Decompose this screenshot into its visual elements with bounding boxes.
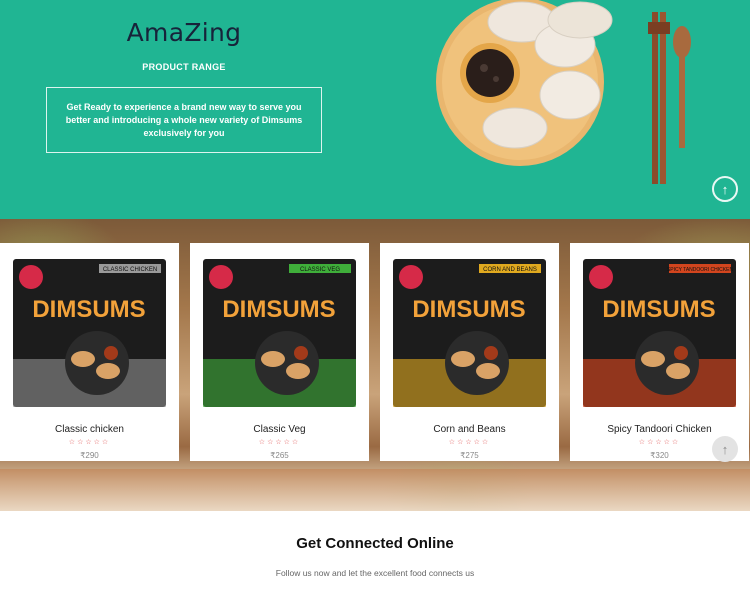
scroll-to-top-button[interactable]: ↑ <box>712 436 738 462</box>
hero-section: AmaZing PRODUCT RANGE Get Ready to exper… <box>0 0 750 219</box>
products-section: CLASSIC CHICKEN DIMSUMS Classic chicken … <box>0 219 750 511</box>
product-name[interactable]: Spicy Tandoori Chicken <box>570 424 749 435</box>
dimsum-plate-image <box>436 0 691 184</box>
rating-stars: ☆☆☆☆☆ <box>68 439 111 446</box>
brand-logo-text: AmaZing <box>126 18 242 47</box>
product-range-heading: PRODUCT RANGE <box>142 62 226 72</box>
connect-subtitle: Follow us now and let the excellent food… <box>275 568 475 578</box>
pack-title: DIMSUMS <box>602 296 715 323</box>
pack-label: SPICY TANDOORI CHICKEN <box>667 267 734 273</box>
pack-label: CLASSIC VEG <box>300 267 340 273</box>
product-pack-image: SPICY TANDOORI CHICKEN DIMSUMS <box>583 259 736 407</box>
product-card[interactable]: CLASSIC CHICKEN DIMSUMS Classic chicken … <box>0 243 179 461</box>
product-pack-image: CLASSIC CHICKEN DIMSUMS <box>13 259 166 407</box>
pack-title: DIMSUMS <box>412 296 525 323</box>
product-price: ₹265 <box>270 451 289 460</box>
pack-title: DIMSUMS <box>32 296 145 323</box>
product-price: ₹290 <box>80 451 99 460</box>
arrow-up-icon: ↑ <box>721 441 729 457</box>
product-pack-image: CORN AND BEANS DIMSUMS <box>393 259 546 407</box>
rating-stars: ☆☆☆☆☆ <box>448 439 491 446</box>
background-table-texture <box>0 469 750 511</box>
product-price: ₹275 <box>460 451 479 460</box>
product-name[interactable]: Classic Veg <box>190 424 369 435</box>
arrow-up-icon: ↑ <box>721 181 729 197</box>
intro-text: Get Ready to experience a brand new way … <box>65 101 303 138</box>
product-name[interactable]: Classic chicken <box>0 424 179 435</box>
intro-box: Get Ready to experience a brand new way … <box>46 87 322 153</box>
product-card[interactable]: CLASSIC VEG DIMSUMS Classic Veg ☆☆☆☆☆ ₹2… <box>190 243 369 461</box>
product-card[interactable]: CORN AND BEANS DIMSUMS Corn and Beans ☆☆… <box>380 243 559 461</box>
pack-title: DIMSUMS <box>222 296 335 323</box>
pack-label: CLASSIC CHICKEN <box>103 267 157 273</box>
rating-stars: ☆☆☆☆☆ <box>258 439 301 446</box>
scroll-to-top-button[interactable]: ↑ <box>712 176 738 202</box>
product-name[interactable]: Corn and Beans <box>380 424 559 435</box>
product-card[interactable]: SPICY TANDOORI CHICKEN DIMSUMS Spicy Tan… <box>570 243 749 461</box>
product-pack-image: CLASSIC VEG DIMSUMS <box>203 259 356 407</box>
connect-title: Get Connected Online <box>296 535 454 552</box>
pack-label: CORN AND BEANS <box>483 267 537 273</box>
